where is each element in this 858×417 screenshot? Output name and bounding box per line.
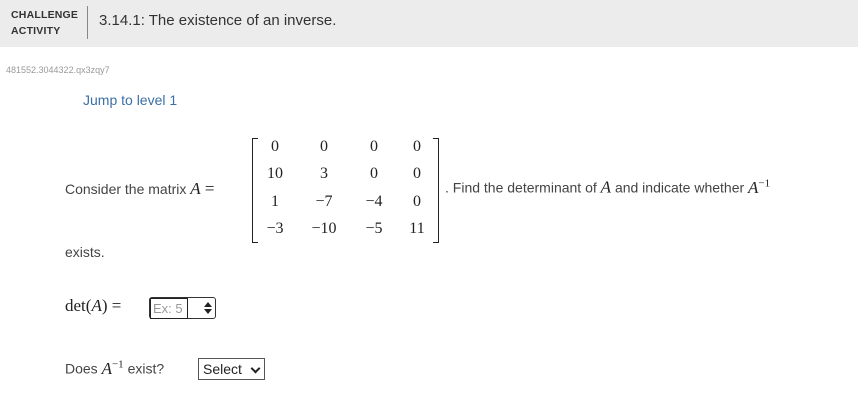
- matrix-cell: 3: [320, 165, 328, 182]
- inverse-question-suffix: exist?: [127, 360, 165, 377]
- matrix-a: 0 0 0 0 10 3 0 0 1 −7 −4 0 −3 −10 −5 11: [252, 138, 439, 243]
- det-label: det(A) =: [65, 296, 122, 315]
- matrix-cell: −5: [365, 220, 383, 237]
- chevron-down-icon: [250, 363, 261, 374]
- matrix-cell: 0: [413, 193, 421, 210]
- matrix-cell: −10: [311, 220, 337, 237]
- label-line-1: CHALLENGE: [11, 9, 79, 21]
- matrix-cell: 0: [320, 138, 328, 155]
- matrix-cell: −3: [266, 220, 284, 237]
- inverse-question-var: A−1: [101, 358, 124, 378]
- matrix-cell: 0: [413, 138, 421, 155]
- spinner-down-icon[interactable]: [204, 309, 212, 314]
- label-line-2: ACTIVITY: [11, 25, 61, 37]
- question-find-text: . Find the determinant of A and indicate…: [445, 177, 770, 198]
- inverse-exists-select[interactable]: Select: [198, 358, 265, 380]
- determinant-placeholder: Ex: 5: [153, 301, 183, 316]
- matrix-cell: 10: [267, 165, 283, 182]
- determinant-input[interactable]: Ex: 5: [149, 297, 216, 319]
- indicate-text: and indicate whether: [614, 179, 745, 196]
- inverse-var: A−1: [748, 177, 771, 197]
- activity-title: 3.14.1: The existence of an inverse.: [99, 12, 337, 29]
- matrix-cell: 11: [409, 220, 425, 237]
- header-divider: [87, 6, 88, 39]
- question-prefix-line: Consider the matrix A =: [65, 179, 215, 199]
- matrix-cell: 1: [271, 193, 279, 210]
- activity-header: CHALLENGE ACTIVITY 3.14.1: The existence…: [0, 0, 858, 47]
- challenge-activity-label: CHALLENGE ACTIVITY: [11, 7, 91, 39]
- inverse-question-prefix: Does: [65, 360, 98, 377]
- activity-code: 481552.3044322.qx3zqy7: [6, 65, 110, 75]
- spinner-icon[interactable]: [204, 302, 212, 314]
- select-value: Select: [203, 361, 242, 377]
- matrix-cell: 0: [370, 138, 378, 155]
- question-tail: exists.: [65, 244, 105, 260]
- matrix-cell: −4: [365, 193, 383, 210]
- matrix-cell: 0: [370, 165, 378, 182]
- find-text: . Find the determinant of: [445, 179, 597, 196]
- matrix-cell: 0: [413, 165, 421, 182]
- jump-to-level-link[interactable]: Jump to level 1: [83, 92, 177, 108]
- matrix-cell: −7: [315, 193, 333, 210]
- question-prefix: Consider the matrix: [65, 181, 187, 197]
- spinner-up-icon[interactable]: [204, 302, 212, 307]
- matrix-cell: 0: [271, 138, 279, 155]
- matrix-var: A =: [190, 179, 215, 198]
- inverse-question: Does A−1 exist?: [65, 358, 164, 379]
- find-var: A: [600, 177, 612, 197]
